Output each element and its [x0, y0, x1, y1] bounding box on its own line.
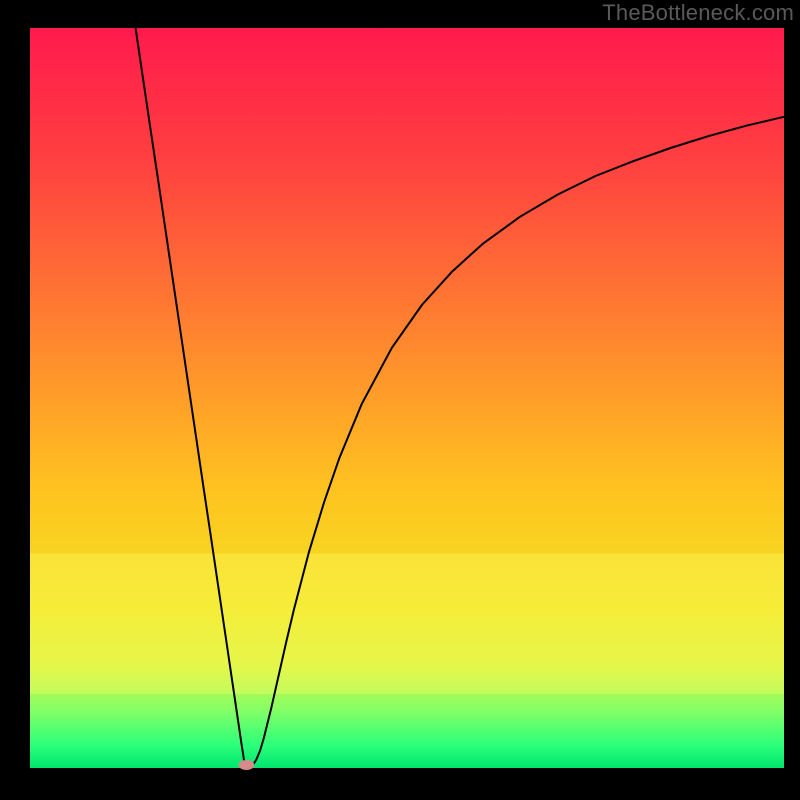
watermark: TheBottleneck.com — [602, 0, 794, 26]
bottleneck-chart — [0, 0, 800, 800]
chart-container: TheBottleneck.com — [0, 0, 800, 800]
highlight-band — [30, 553, 784, 694]
optimal-marker — [238, 760, 254, 770]
